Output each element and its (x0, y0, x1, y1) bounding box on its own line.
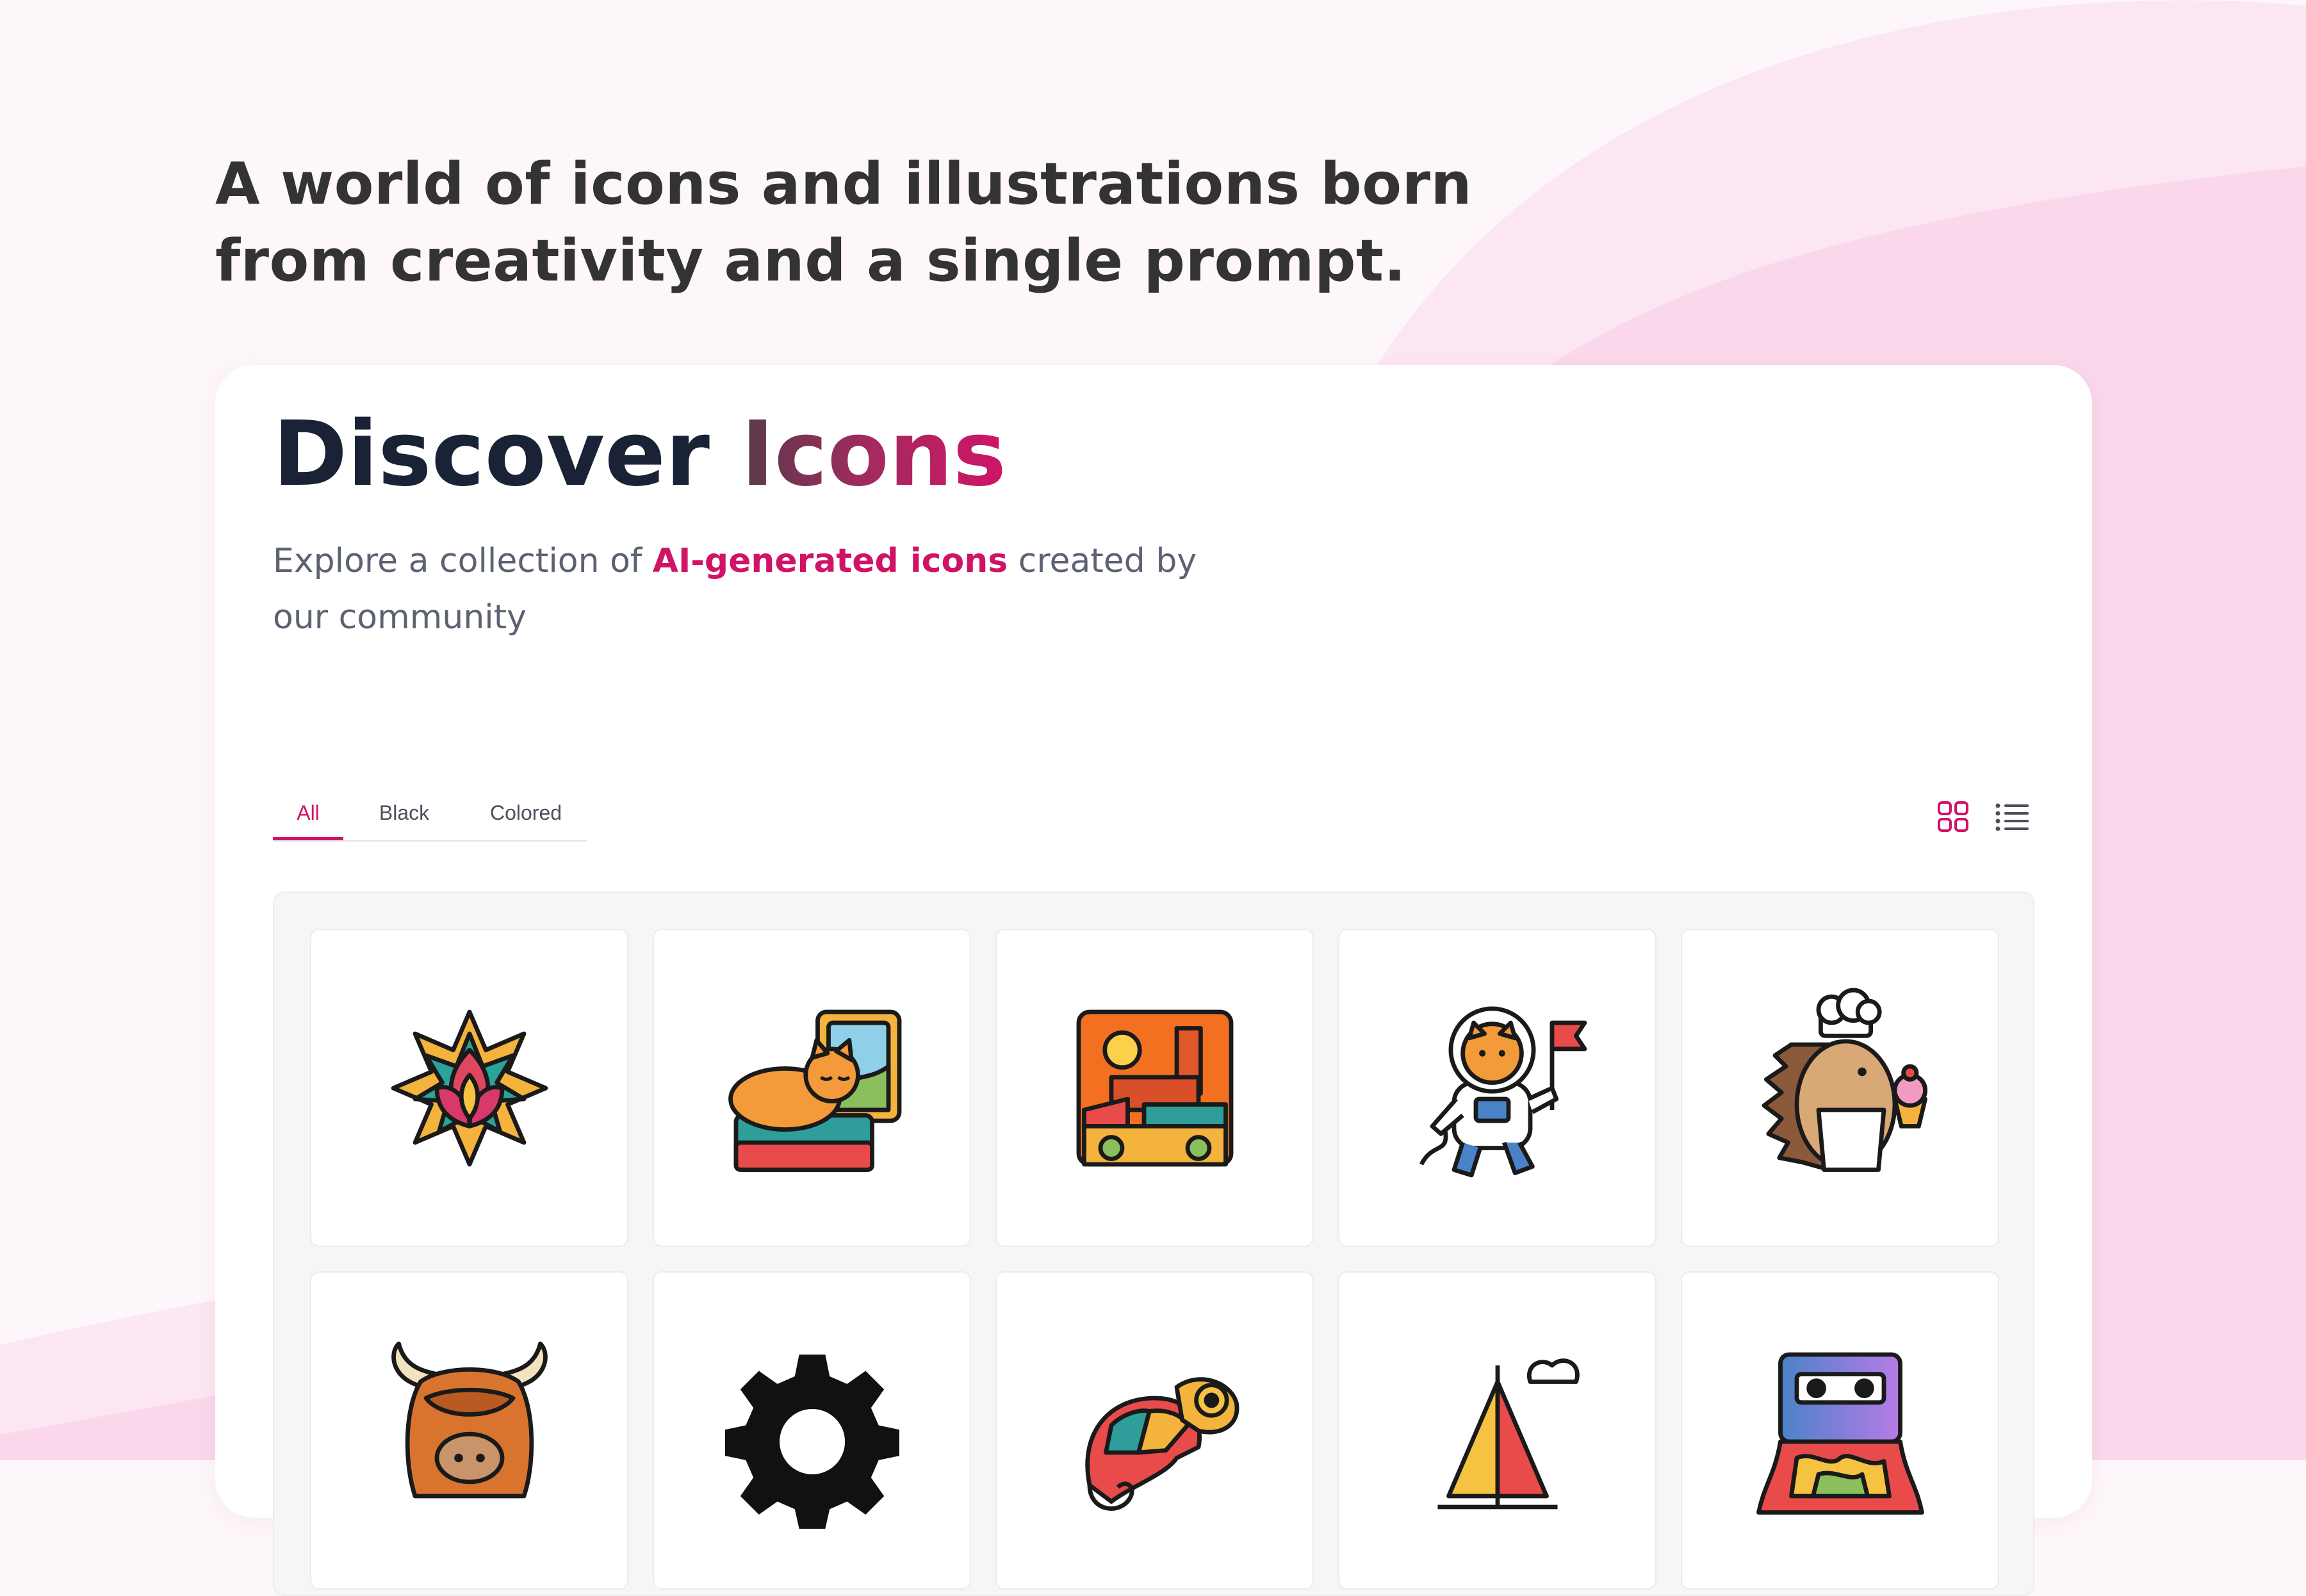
discover-card: Discover Icons Explore a collection of A… (215, 365, 2092, 1596)
discover-title-main: Discover (273, 402, 710, 507)
icon-tile-cat-suitcase[interactable] (653, 929, 971, 1247)
grid-view-button[interactable] (1931, 794, 1975, 839)
icon-tile-gear[interactable] (653, 1271, 971, 1590)
hero-headline: A world of icons and illustrations born … (215, 146, 1472, 300)
icon-tile-chef-hedgehog[interactable] (1681, 929, 1999, 1247)
subtitle-text-start: Explore a collection of (273, 542, 653, 580)
gear-icon (724, 1354, 899, 1529)
icon-tile-highland-cow[interactable] (310, 1271, 628, 1590)
astronaut-cat-icon (1419, 1006, 1587, 1177)
filter-tabs: All Black Colored (273, 789, 587, 842)
list-icon (1995, 803, 2029, 831)
market-town-icon (1076, 1009, 1233, 1166)
tab-colored[interactable]: Colored (465, 789, 587, 840)
discover-title-accent: Icons (740, 402, 1006, 507)
icon-tile-market-town[interactable] (995, 929, 1314, 1247)
discover-title: Discover Icons (273, 397, 1006, 512)
grid-icon (1938, 801, 1968, 832)
discover-subtitle: Explore a collection of AI-generated ico… (273, 533, 1234, 646)
icon-tile-sailboat[interactable] (1338, 1271, 1656, 1590)
highland-cow-icon (391, 1341, 548, 1498)
lotus-mandala-icon (391, 1009, 548, 1166)
icon-tile-melting-cassette[interactable] (1681, 1271, 1999, 1590)
chef-hedgehog-icon (1762, 988, 1927, 1172)
icon-tile-lotus[interactable] (310, 929, 628, 1247)
list-view-button[interactable] (1990, 794, 2034, 839)
icon-tile-astronaut-cat[interactable] (1338, 929, 1656, 1247)
icon-tile-chameleon[interactable] (995, 1271, 1314, 1590)
tab-all[interactable]: All (273, 789, 343, 840)
icon-grid (273, 892, 2034, 1596)
tab-black[interactable]: Black (343, 789, 465, 840)
hero-headline-line-2: from creativity and a single prompt. (215, 227, 1407, 295)
subtitle-highlight: AI-generated icons (652, 542, 1008, 580)
sailboat-icon (1437, 1358, 1580, 1509)
cat-on-suitcase-icon (728, 1009, 901, 1172)
hero-headline-line-1: A world of icons and illustrations born (215, 151, 1473, 218)
melting-cassette-icon (1756, 1352, 1924, 1515)
chameleon-icon (1084, 1376, 1239, 1511)
